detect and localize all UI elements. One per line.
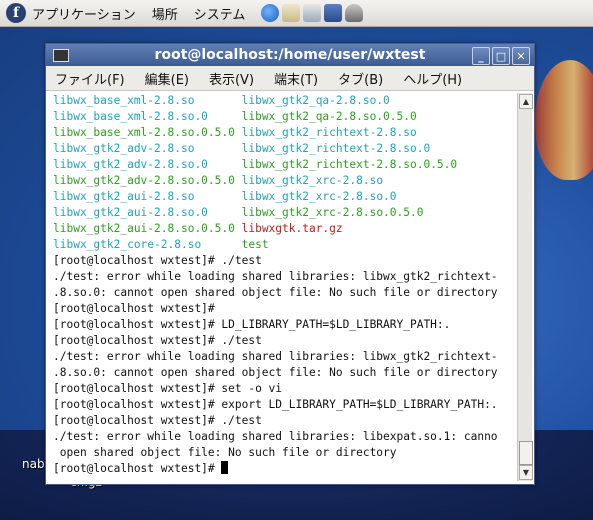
file-entry: libwx_gtk2_adv-2.8.so.0.5.0 xyxy=(53,174,235,187)
file-entry: test xyxy=(241,238,269,251)
file-entry: libwx_gtk2_aui-2.8.so.0 xyxy=(53,206,208,219)
listing-row: libwx_gtk2_adv-2.8.so.0.5.0 libwx_gtk2_x… xyxy=(53,173,521,189)
listing-row: libwx_base_xml-2.8.so.0 libwx_gtk2_qa-2.… xyxy=(53,109,521,125)
scrollbar-thumb[interactable] xyxy=(519,441,533,465)
scroll-down-arrow-icon[interactable]: ▼ xyxy=(519,465,533,480)
terminal-line: [root@localhost wxtest]# ./test xyxy=(53,334,262,347)
system-menu[interactable]: システム xyxy=(194,4,246,23)
camera-icon[interactable] xyxy=(345,4,364,22)
menu-file[interactable]: ファイル(F) xyxy=(52,67,128,90)
listing-row: libwx_gtk2_core-2.8.so test xyxy=(53,237,521,253)
wallpaper-balloon xyxy=(535,60,593,180)
text-cursor xyxy=(221,461,229,474)
terminal-line: [root@localhost wxtest]# set -o vi xyxy=(53,382,283,395)
file-entry: libwx_base_xml-2.8.so.0.5.0 xyxy=(53,126,235,139)
file-entry: libwx_base_xml-2.8.so xyxy=(53,94,195,107)
maximize-button[interactable]: □ xyxy=(492,47,510,65)
file-entry: libwx_gtk2_qa-2.8.so.0 xyxy=(241,94,390,107)
places-menu[interactable]: 場所 xyxy=(152,4,178,23)
file-entry: libwx_gtk2_xrc-2.8.so.0 xyxy=(241,190,397,203)
listing-row: libwx_base_xml-2.8.so libwx_gtk2_qa-2.8.… xyxy=(53,93,521,109)
file-entry: libwx_gtk2_richtext-2.8.so.0.5.0 xyxy=(241,158,458,171)
listing-row: libwx_gtk2_aui-2.8.so libwx_gtk2_xrc-2.8… xyxy=(53,189,521,205)
terminal-line: [root@localhost wxtest]# xyxy=(53,461,521,477)
terminal-line: ./test: error while loading shared libra… xyxy=(53,350,498,363)
terminal-output[interactable]: libwx_base_xml-2.8.so libwx_gtk2_qa-2.8.… xyxy=(49,93,521,481)
terminal-line: [root@localhost wxtest]# ./test xyxy=(53,414,262,427)
file-entry: libwx_gtk2_richtext-2.8.so xyxy=(241,126,417,139)
file-entry: libwx_gtk2_xrc-2.8.so xyxy=(241,174,384,187)
file-entry: libwxgtk.tar.gz xyxy=(241,222,343,235)
listing-row: libwx_gtk2_adv-2.8.so.0 libwx_gtk2_richt… xyxy=(53,157,521,173)
fedora-logo-icon[interactable]: f xyxy=(6,3,26,23)
listing-row: libwx_gtk2_aui-2.8.so.0.5.0 libwxgtk.tar… xyxy=(53,221,521,237)
close-button[interactable]: ✕ xyxy=(512,47,530,65)
file-entry: libwx_gtk2_richtext-2.8.so.0 xyxy=(241,142,431,155)
presentation-icon[interactable] xyxy=(324,4,343,22)
scroll-up-arrow-icon[interactable]: ▲ xyxy=(519,94,533,109)
file-entry: libwx_gtk2_qa-2.8.so.0.5.0 xyxy=(241,110,417,123)
menu-tabs[interactable]: タブ(B) xyxy=(335,67,386,90)
terminal-line: ./test: error while loading shared libra… xyxy=(53,430,498,443)
menu-help[interactable]: ヘルプ(H) xyxy=(400,67,465,90)
terminal-scrollbar[interactable]: ▲ ▼ xyxy=(517,93,533,481)
menu-terminal[interactable]: 端末(T) xyxy=(271,67,321,90)
file-entry: libwx_gtk2_xrc-2.8.so.0.5.0 xyxy=(241,206,424,219)
terminal-line: .8.so.0: cannot open shared object file:… xyxy=(53,286,498,299)
file-entry: libwx_gtk2_aui-2.8.so.0.5.0 xyxy=(53,222,235,235)
terminal-line: [root@localhost wxtest]# xyxy=(53,302,215,315)
terminal-line: open shared object file: No such file or… xyxy=(53,446,397,459)
menu-edit[interactable]: 編集(E) xyxy=(142,67,192,90)
terminal-line: ./test: error while loading shared libra… xyxy=(53,270,498,283)
file-entry: libwx_gtk2_adv-2.8.so.0 xyxy=(53,158,208,171)
listing-row: libwx_gtk2_aui-2.8.so.0 libwx_gtk2_xrc-2… xyxy=(53,205,521,221)
menu-view[interactable]: 表示(V) xyxy=(206,67,257,90)
window-titlebar[interactable]: root@localhost:/home/user/wxtest _ □ ✕ xyxy=(46,44,534,66)
window-menubar: ファイル(F) 編集(E) 表示(V) 端末(T) タブ(B) ヘルプ(H) xyxy=(46,66,534,91)
terminal-line: [root@localhost wxtest]# export LD_LIBRA… xyxy=(53,398,498,411)
terminal-window: root@localhost:/home/user/wxtest _ □ ✕ フ… xyxy=(45,43,535,485)
email-icon[interactable] xyxy=(282,4,301,22)
file-entry: libwx_gtk2_core-2.8.so xyxy=(53,238,202,251)
applications-menu[interactable]: アプリケーション xyxy=(32,4,136,23)
file-entry: libwx_gtk2_aui-2.8.so xyxy=(53,190,195,203)
file-entry: libwx_base_xml-2.8.so.0 xyxy=(53,110,208,123)
top-panel: f アプリケーション 場所 システム xyxy=(0,0,593,27)
terminal-line: [root@localhost wxtest]# LD_LIBRARY_PATH… xyxy=(53,318,451,331)
listing-row: libwx_base_xml-2.8.so.0.5.0 libwx_gtk2_r… xyxy=(53,125,521,141)
terminal-line: .8.so.0: cannot open shared object file:… xyxy=(53,366,498,379)
desktop-icon-label-nab[interactable]: nab xyxy=(22,457,45,471)
globe-icon[interactable] xyxy=(261,4,280,22)
terminal-line: [root@localhost wxtest]# ./test xyxy=(53,254,262,267)
notes-icon[interactable] xyxy=(303,4,322,22)
window-title: root@localhost:/home/user/wxtest xyxy=(154,47,426,63)
file-entry: libwx_gtk2_adv-2.8.so xyxy=(53,142,195,155)
listing-row: libwx_gtk2_adv-2.8.so libwx_gtk2_richtex… xyxy=(53,141,521,157)
minimize-button[interactable]: _ xyxy=(472,47,490,65)
